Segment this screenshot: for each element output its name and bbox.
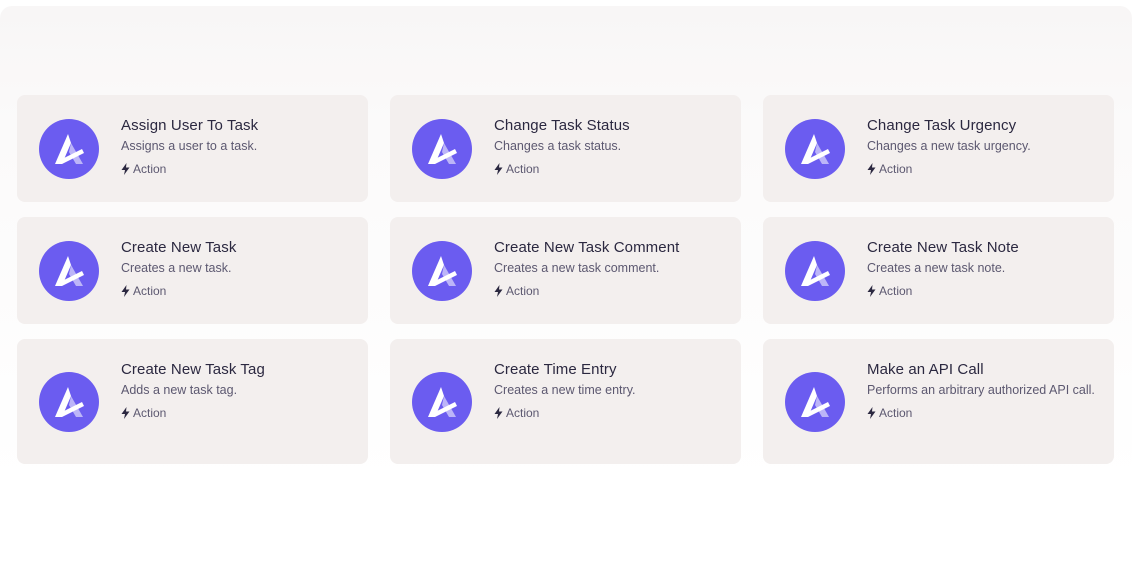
module-description: Creates a new time entry. <box>494 383 636 397</box>
module-type-badge: Action <box>494 283 723 299</box>
module-card-create-new-task-note[interactable]: Create New Task Note Creates a new task … <box>763 217 1114 324</box>
app-logo-icon <box>785 118 845 179</box>
module-type-label: Action <box>879 406 913 420</box>
module-type-badge: Action <box>121 161 350 177</box>
app-logo-icon <box>785 240 845 301</box>
module-type-badge: Action <box>121 283 350 299</box>
app-logo-icon <box>412 240 472 301</box>
module-text: Change Task Status Changes a task status… <box>494 116 723 177</box>
module-card-change-task-urgency[interactable]: Change Task Urgency Changes a new task u… <box>763 95 1114 202</box>
module-text: Change Task Urgency Changes a new task u… <box>867 116 1096 177</box>
module-title: Change Task Status <box>494 117 630 134</box>
module-type-badge: Action <box>867 161 1096 177</box>
modules-grid: Assign User To Task Assigns a user to a … <box>17 95 1114 464</box>
module-type-label: Action <box>506 284 540 298</box>
lightning-bolt-icon <box>121 163 130 175</box>
module-description: Assigns a user to a task. <box>121 139 258 153</box>
lightning-bolt-icon <box>867 407 876 419</box>
module-type-label: Action <box>133 162 167 176</box>
lightning-bolt-icon <box>867 163 876 175</box>
module-text: Create New Task Comment Creates a new ta… <box>494 238 723 299</box>
module-title: Create New Task Tag <box>121 361 265 378</box>
modules-panel: Assign User To Task Assigns a user to a … <box>0 6 1132 568</box>
module-type-label: Action <box>506 162 540 176</box>
module-card-change-task-status[interactable]: Change Task Status Changes a task status… <box>390 95 741 202</box>
module-text: Assign User To Task Assigns a user to a … <box>121 116 350 177</box>
app-logo-icon <box>39 118 99 179</box>
module-card-create-time-entry[interactable]: Create Time Entry Creates a new time ent… <box>390 339 741 464</box>
module-card-make-an-api-call[interactable]: Make an API Call Performs an arbitrary a… <box>763 339 1114 464</box>
module-description: Creates a new task note. <box>867 261 1006 275</box>
lightning-bolt-icon <box>494 407 503 419</box>
module-text: Create Time Entry Creates a new time ent… <box>494 360 723 421</box>
module-card-create-new-task-tag[interactable]: Create New Task Tag Adds a new task tag.… <box>17 339 368 464</box>
module-description: Changes a new task urgency. <box>867 139 1031 153</box>
module-text: Create New Task Tag Adds a new task tag.… <box>121 360 350 421</box>
module-text: Create New Task Creates a new task. Acti… <box>121 238 350 299</box>
module-title: Create Time Entry <box>494 361 617 378</box>
module-title: Change Task Urgency <box>867 117 1017 134</box>
module-type-label: Action <box>133 406 167 420</box>
module-type-badge: Action <box>494 405 723 421</box>
lightning-bolt-icon <box>494 285 503 297</box>
module-text: Create New Task Note Creates a new task … <box>867 238 1096 299</box>
lightning-bolt-icon <box>867 285 876 297</box>
module-text: Make an API Call Performs an arbitrary a… <box>867 360 1096 421</box>
module-description: Creates a new task comment. <box>494 261 660 275</box>
module-type-label: Action <box>879 162 913 176</box>
module-type-label: Action <box>133 284 167 298</box>
module-type-badge: Action <box>867 405 1096 421</box>
module-type-badge: Action <box>867 283 1096 299</box>
lightning-bolt-icon <box>494 163 503 175</box>
module-type-badge: Action <box>121 405 350 421</box>
module-description: Changes a task status. <box>494 139 622 153</box>
module-title: Create New Task <box>121 239 237 256</box>
app-logo-icon <box>412 118 472 179</box>
module-title: Create New Task Comment <box>494 239 680 256</box>
module-description: Adds a new task tag. <box>121 383 238 397</box>
module-title: Make an API Call <box>867 361 984 378</box>
module-type-badge: Action <box>494 161 723 177</box>
module-card-assign-user-to-task[interactable]: Assign User To Task Assigns a user to a … <box>17 95 368 202</box>
module-type-label: Action <box>879 284 913 298</box>
module-description: Performs an arbitrary authorized API cal… <box>867 383 1095 397</box>
module-type-label: Action <box>506 406 540 420</box>
lightning-bolt-icon <box>121 407 130 419</box>
app-logo-icon <box>39 240 99 301</box>
app-logo-icon <box>785 371 845 432</box>
module-card-create-new-task[interactable]: Create New Task Creates a new task. Acti… <box>17 217 368 324</box>
lightning-bolt-icon <box>121 285 130 297</box>
app-logo-icon <box>39 371 99 432</box>
module-title: Assign User To Task <box>121 117 259 134</box>
module-card-create-new-task-comment[interactable]: Create New Task Comment Creates a new ta… <box>390 217 741 324</box>
app-logo-icon <box>412 371 472 432</box>
module-description: Creates a new task. <box>121 261 232 275</box>
module-title: Create New Task Note <box>867 239 1019 256</box>
